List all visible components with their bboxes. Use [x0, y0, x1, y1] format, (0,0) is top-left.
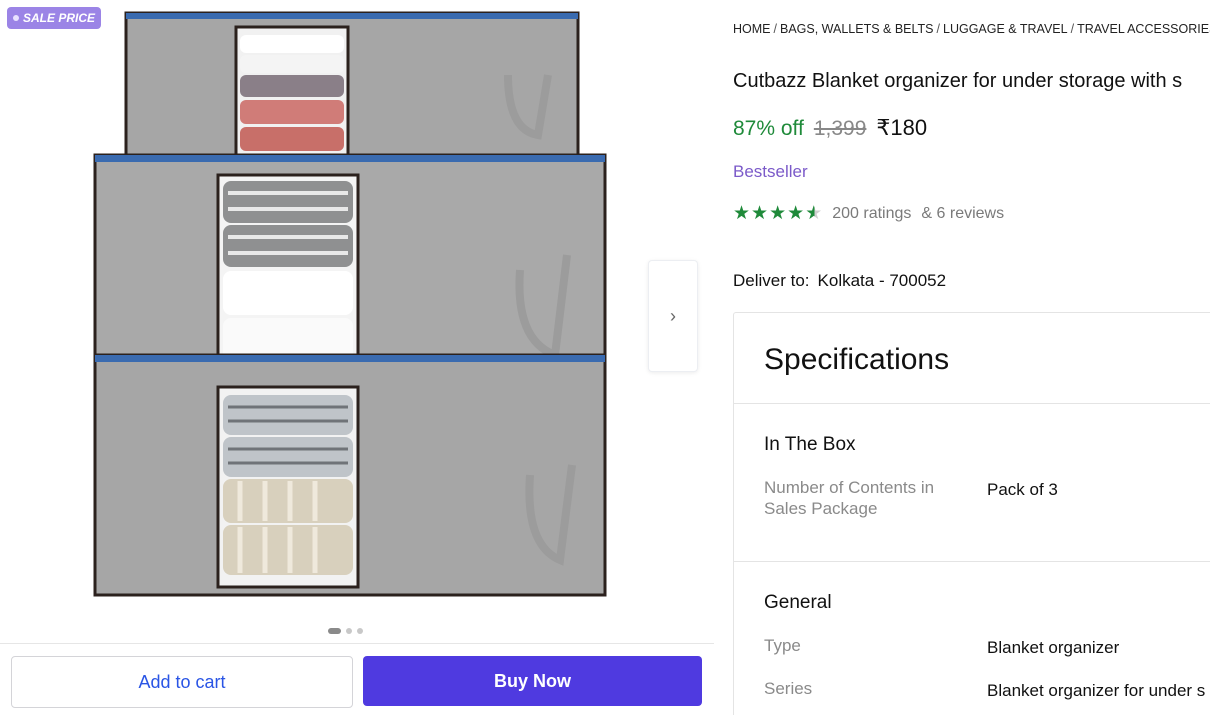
star-icon: ★ — [733, 203, 751, 224]
star-icon: ★ — [769, 203, 787, 224]
reviews-count[interactable]: & 6 reviews — [921, 205, 1004, 223]
original-price: 1,399 — [813, 117, 867, 140]
carousel-dot-3[interactable] — [357, 628, 363, 634]
ratings-count[interactable]: 200 ratings — [832, 205, 911, 223]
deliver-location-value: Kolkata - 700052 — [817, 271, 947, 290]
spec-value: Pack of 3 — [987, 480, 1058, 499]
divider — [734, 561, 1210, 562]
sale-price-label: SALE PRICE — [23, 11, 96, 25]
breadcrumb-separator: / — [1070, 22, 1075, 36]
breadcrumb-separator: / — [773, 22, 777, 36]
selling-price: ₹180 — [876, 115, 928, 140]
star-icon: ★ — [787, 203, 805, 224]
badge-dot-icon — [13, 15, 19, 21]
spec-label: Type — [764, 636, 801, 655]
star-rating: ★ ★ ★ ★ ★ — [733, 204, 822, 223]
spec-label: Number of Contents in Sales Package — [764, 478, 935, 518]
buy-now-button[interactable]: Buy Now — [363, 656, 702, 706]
sale-price-badge: SALE PRICE — [7, 7, 102, 29]
spec-label: Series — [764, 679, 813, 698]
product-details: HOME / BAGS, WALLETS & BELTS / LUGGAGE & TRA… — [733, 0, 1210, 715]
delivery-location[interactable]: Deliver to: Kolkata - 700052 — [733, 271, 946, 291]
add-to-cart-button[interactable]: Add to cart — [11, 656, 353, 708]
product-title: Cutbazz Blanket organizer for under stor… — [733, 70, 1183, 92]
half-star-icon: ★ — [805, 203, 823, 224]
bestseller-badge: Bestseller — [733, 162, 808, 181]
spec-value: Blanket organizer — [987, 638, 1120, 657]
breadcrumb-bags[interactable]: BAGS, WALLETS & BELTS — [780, 22, 934, 36]
spec-value: Blanket organizer for under s — [987, 681, 1206, 700]
specifications-heading: Specifications — [764, 343, 950, 376]
storage-box-bottom — [93, 353, 607, 597]
breadcrumb-home[interactable]: HOME — [733, 22, 771, 36]
breadcrumb: HOME / BAGS, WALLETS & BELTS / LUGGAGE & TRA… — [733, 22, 1210, 36]
price-row: 87% off 1,399 ₹180 — [733, 115, 927, 141]
carousel-dot-2[interactable] — [346, 628, 352, 634]
storage-box-top — [124, 11, 580, 165]
product-gallery: SALE PRICE › Add to cart Buy Now — [0, 0, 714, 716]
chevron-right-icon: › — [670, 305, 676, 326]
rating-row[interactable]: ★ ★ ★ ★ ★ 200 ratings & 6 reviews — [733, 204, 1004, 223]
action-bar: Add to cart Buy Now — [0, 643, 714, 716]
storage-box-middle — [93, 153, 607, 372]
divider — [734, 403, 1210, 404]
breadcrumb-separator: / — [936, 22, 940, 36]
section-title-in-the-box: In The Box — [764, 434, 856, 455]
discount-percent: 87% off — [733, 117, 804, 140]
breadcrumb-travel-accessories[interactable]: TRAVEL ACCESSORIES — [1077, 22, 1210, 36]
star-icon: ★ — [751, 203, 769, 224]
carousel-dot-1[interactable] — [328, 628, 341, 634]
deliver-label: Deliver to: — [733, 271, 810, 290]
specifications-card: Specifications In The Box Number of Cont… — [733, 312, 1210, 715]
next-image-button[interactable]: › — [648, 260, 698, 372]
breadcrumb-luggage[interactable]: LUGGAGE & TRAVEL — [943, 22, 1068, 36]
carousel-dots — [328, 628, 363, 634]
product-image[interactable] — [90, 5, 610, 615]
section-title-general: General — [764, 592, 832, 613]
